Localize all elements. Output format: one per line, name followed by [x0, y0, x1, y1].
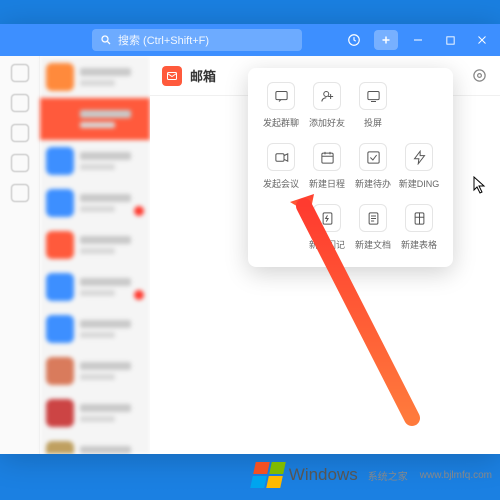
conversation-item[interactable] [40, 392, 150, 434]
flash-note-button[interactable]: 新建闪记 [304, 204, 350, 251]
cell-label: 新建DING [399, 177, 440, 190]
conversation-text [80, 362, 144, 380]
flash-doc-icon [313, 204, 341, 232]
cell-label: 发起群聊 [263, 116, 299, 129]
main-panel: 邮箱 发起群聊添加好友投屏发起会议新建日程新建待办新建DING新建闪记新建文档新… [150, 56, 500, 454]
avatar [46, 315, 74, 343]
conversation-text [80, 446, 144, 454]
conversation-item[interactable] [40, 98, 150, 140]
nav-item[interactable] [11, 94, 29, 112]
schedule-button[interactable]: 新建日程 [304, 143, 350, 190]
chat-icon [267, 82, 295, 110]
add-tab-button[interactable] [372, 26, 400, 54]
nav-item[interactable] [11, 124, 29, 142]
watermark-text: Windows [289, 465, 358, 485]
bolt-icon [405, 143, 433, 171]
search-input[interactable]: 搜索 (Ctrl+Shift+F) [92, 29, 302, 51]
avatar [46, 147, 74, 175]
avatar [46, 231, 74, 259]
doc-button[interactable]: 新建文档 [350, 204, 396, 251]
cursor-pointer [473, 176, 487, 194]
close-button[interactable] [468, 26, 496, 54]
conversation-text [80, 320, 144, 338]
avatar [46, 273, 74, 301]
windows-logo-icon [250, 462, 286, 488]
cell-label: 新建文档 [355, 238, 391, 251]
check-icon [359, 143, 387, 171]
cell-label: 新建闪记 [309, 238, 345, 251]
mail-icon [162, 66, 182, 86]
titlebar: 搜索 (Ctrl+Shift+F) [0, 24, 500, 56]
watermark-url: www.bjlmfq.com [420, 470, 492, 481]
conversation-text [80, 110, 144, 128]
cast-icon [359, 82, 387, 110]
popup-row: 发起会议新建日程新建待办新建DING [258, 143, 443, 190]
cell-label: 投屏 [364, 116, 382, 129]
popup-row: 发起群聊添加好友 投屏 [258, 82, 443, 129]
navbar [0, 56, 40, 454]
app-window: 搜索 (Ctrl+Shift+F) [0, 24, 500, 454]
cell-label: 新建日程 [309, 177, 345, 190]
person-add-icon [313, 82, 341, 110]
nav-item[interactable] [11, 154, 29, 172]
new-menu-popup: 发起群聊添加好友 投屏发起会议新建日程新建待办新建DING 新建闪记新建文档新建表格 [248, 68, 453, 267]
conversation-text [80, 152, 144, 170]
conversation-item[interactable] [40, 266, 150, 308]
add-friend-button[interactable]: 添加好友 [304, 82, 350, 129]
sheet-button[interactable]: 新建表格 [396, 204, 442, 251]
desktop: 搜索 (Ctrl+Shift+F) [0, 0, 500, 500]
calendar-icon [313, 143, 341, 171]
cell-label: 发起会议 [263, 177, 299, 190]
avatar [46, 357, 74, 385]
avatar [46, 63, 74, 91]
conversation-text [80, 236, 144, 254]
settings-button[interactable] [470, 67, 488, 85]
nav-item[interactable] [11, 184, 29, 202]
cell-label: 添加好友 [309, 116, 345, 129]
close-icon [476, 34, 488, 46]
ding-button[interactable]: 新建DING [396, 143, 442, 190]
nav-item[interactable] [11, 64, 29, 82]
avatar [46, 441, 74, 454]
conversation-item[interactable] [40, 182, 150, 224]
conversation-item[interactable] [40, 56, 150, 98]
conversation-item[interactable] [40, 140, 150, 182]
maximize-button[interactable] [436, 26, 464, 54]
history-button[interactable] [340, 26, 368, 54]
cast-button[interactable]: 投屏 [350, 82, 396, 129]
conversation-item[interactable] [40, 434, 150, 454]
watermark-sub: 系统之家 [368, 468, 408, 483]
video-icon [267, 143, 295, 171]
app-body: 邮箱 发起群聊添加好友投屏发起会议新建日程新建待办新建DING新建闪记新建文档新… [0, 56, 500, 454]
maximize-icon [445, 35, 456, 46]
conversation-text [80, 404, 144, 422]
group-chat-button[interactable]: 发起群聊 [258, 82, 304, 129]
search-placeholder: 搜索 (Ctrl+Shift+F) [118, 32, 209, 48]
sheet-icon [405, 204, 433, 232]
meeting-button[interactable]: 发起会议 [258, 143, 304, 190]
cell-label: 新建待办 [355, 177, 391, 190]
cell-label: 新建表格 [401, 238, 437, 251]
watermark: Windows 系统之家 www.bjlmfq.com [253, 462, 492, 488]
gear-icon [472, 68, 487, 83]
search-icon [100, 34, 112, 46]
unread-badge [134, 206, 144, 216]
minimize-icon [412, 34, 424, 46]
conversation-list[interactable] [40, 56, 150, 454]
conversation-item[interactable] [40, 350, 150, 392]
plus-icon [380, 34, 392, 46]
history-icon [347, 33, 361, 47]
avatar [46, 399, 74, 427]
todo-button[interactable]: 新建待办 [350, 143, 396, 190]
unread-badge [134, 290, 144, 300]
doc-icon [359, 204, 387, 232]
page-title: 邮箱 [190, 66, 216, 85]
conversation-text [80, 68, 144, 86]
avatar [46, 105, 74, 133]
avatar [46, 189, 74, 217]
conversation-item[interactable] [40, 308, 150, 350]
minimize-button[interactable] [404, 26, 432, 54]
conversation-item[interactable] [40, 224, 150, 266]
popup-row: 新建闪记新建文档新建表格 [258, 204, 443, 251]
